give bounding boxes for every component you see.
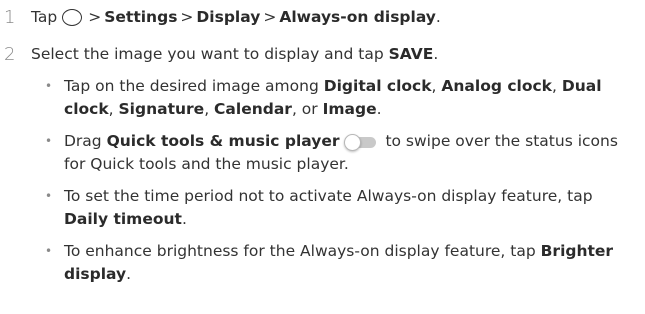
path-separator: > [263,8,277,26]
toggle-knob [343,134,361,151]
option-digital-clock: Digital clock [323,77,432,95]
step-text: Tap > Settings > Display > Always-on display. [31,8,441,26]
save-label: SAVE [388,45,434,63]
step-number: 2 [4,44,16,65]
option-quick-tools-music-player: Quick tools & music player [106,132,340,150]
step-2: 2 Select the image you want to display a… [0,43,645,286]
list-item: Drag Quick tools & music player to swipe… [31,130,645,176]
list-item: To enhance brightness for the Always-on … [31,240,645,286]
option-signature: Signature [118,100,205,118]
menu-always-on-display: Always-on display [279,8,436,26]
step-text: Select the image you want to display and… [31,45,439,63]
list-item: To set the time period not to activate A… [31,185,645,231]
path-separator: > [88,8,102,26]
option-analog-clock: Analog clock [441,77,552,95]
option-bullet-list: Tap on the desired image among Digital c… [31,75,645,286]
path-separator: > [180,8,194,26]
option-calendar: Calendar [214,100,292,118]
menu-display: Display [196,8,261,26]
toggle-switch-icon [343,134,378,151]
step-1: 1 Tap > Settings > Display > Always-on display… [0,6,645,29]
option-daily-timeout: Daily timeout [64,210,182,228]
menu-settings: Settings [104,8,178,26]
option-image: Image [322,100,377,118]
instructions-document: 1 Tap > Settings > Display > Always-on display… [0,0,645,286]
step-number: 1 [4,7,16,28]
home-circle-icon [62,9,83,26]
list-item: Tap on the desired image among Digital c… [31,75,645,121]
